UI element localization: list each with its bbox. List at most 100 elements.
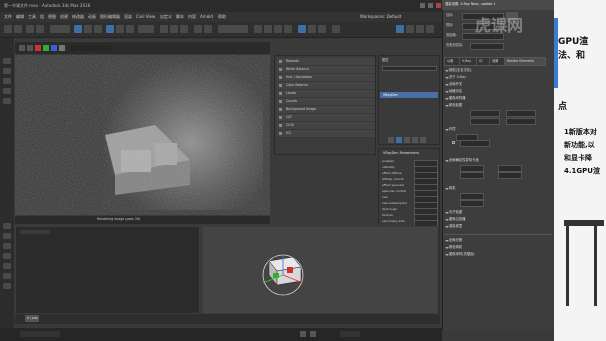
- time-slider[interactable]: 0 / 100: [15, 314, 440, 324]
- color-mapping-type-dropdown[interactable]: [470, 110, 500, 117]
- schematic-icon[interactable]: [274, 25, 282, 33]
- gi-environment-map[interactable]: [460, 140, 490, 147]
- rotate-icon[interactable]: [116, 25, 124, 33]
- workspace-selector[interactable]: Workspaces: Default: [360, 15, 401, 19]
- camera-type-dropdown[interactable]: [460, 193, 484, 200]
- minimize-icon[interactable]: [420, 3, 425, 8]
- re-item[interactable]: Reprodu: [277, 58, 375, 66]
- visibility-icon[interactable]: [279, 116, 282, 119]
- rollout-color-map[interactable]: 颜色映射: [445, 245, 551, 251]
- rollout-image-filter[interactable]: 图像过滤器: [445, 217, 551, 223]
- vray-toolbar-icon[interactable]: [396, 25, 404, 33]
- re-item[interactable]: White Balance: [277, 66, 375, 74]
- menu-rendering[interactable]: 渲染: [124, 15, 132, 19]
- rollout-about[interactable]: 关于 V-Ray: [445, 75, 551, 81]
- subdivs-mult-field[interactable]: [498, 172, 522, 179]
- rollout-license[interactable]: 授权[无名汉化]: [445, 68, 551, 74]
- tab-settings[interactable]: 设置: [489, 57, 505, 66]
- menu-civil-view[interactable]: Civil View: [136, 15, 155, 19]
- selected-modifier[interactable]: VRayDen: [380, 92, 438, 98]
- tab-gi[interactable]: GI: [476, 57, 490, 66]
- visibility-icon[interactable]: [279, 60, 282, 63]
- gamma-field[interactable]: [506, 110, 536, 117]
- menu-edit[interactable]: 编辑: [16, 15, 24, 19]
- hide-icon[interactable]: [3, 273, 11, 279]
- remove-modifier-icon[interactable]: [412, 137, 418, 143]
- save-image-icon[interactable]: [19, 45, 25, 51]
- viewport-left[interactable]: [15, 226, 200, 314]
- create-icon[interactable]: [3, 58, 11, 64]
- render-frame-icon[interactable]: [308, 25, 316, 33]
- menu-scripting[interactable]: 脚本: [176, 15, 184, 19]
- align-icon[interactable]: [204, 25, 212, 33]
- play-icon[interactable]: [300, 331, 306, 337]
- named-selection-set[interactable]: [218, 25, 248, 33]
- rect-select-icon[interactable]: [94, 25, 102, 33]
- rollout-camera[interactable]: 相机: [445, 186, 551, 192]
- min-samples-field[interactable]: [498, 165, 522, 172]
- close-icon[interactable]: [436, 3, 441, 8]
- re-item[interactable]: OCIO: [277, 122, 375, 130]
- vray-icon[interactable]: [332, 25, 340, 33]
- rollout-render-mask[interactable]: 渲染遮罩: [445, 224, 551, 230]
- vray-light-icon[interactable]: [406, 25, 414, 33]
- percent-snap-icon[interactable]: [180, 25, 188, 33]
- rollout-environment[interactable]: 环境: [445, 127, 551, 133]
- viewport-perspective[interactable]: [202, 226, 438, 314]
- noise-threshold-field[interactable]: [460, 172, 484, 179]
- rollout-color-mapping[interactable]: 颜色贴图: [445, 103, 551, 109]
- render-setup-icon[interactable]: [298, 25, 306, 33]
- sort-icon[interactable]: [3, 283, 11, 289]
- redo-icon[interactable]: [14, 25, 22, 33]
- tab-render-elements[interactable]: Render Elements: [504, 57, 546, 66]
- rollout-photon-map[interactable]: 光子贴图: [445, 210, 551, 216]
- auto-key-button[interactable]: [340, 331, 360, 337]
- material-editor-icon[interactable]: [284, 25, 292, 33]
- menu-help[interactable]: 帮助: [218, 15, 226, 19]
- mirror-icon[interactable]: [194, 25, 202, 33]
- rollout-global-dmc[interactable]: 全局确定性蒙特卡洛: [445, 158, 551, 164]
- visibility-icon[interactable]: [279, 124, 282, 127]
- select-by-name-icon[interactable]: [84, 25, 92, 33]
- show-end-result-icon[interactable]: [396, 137, 402, 143]
- re-item[interactable]: Hue / Saturation: [277, 74, 375, 82]
- gi-environment-checkbox[interactable]: [452, 141, 455, 144]
- visibility-icon[interactable]: [279, 100, 282, 103]
- layer-explorer-icon[interactable]: [3, 253, 11, 259]
- modify-icon[interactable]: [3, 68, 11, 74]
- make-unique-icon[interactable]: [404, 137, 410, 143]
- scene-explorer-icon[interactable]: [3, 223, 11, 229]
- visibility-icon[interactable]: [279, 84, 282, 87]
- re-item[interactable]: Background Image: [277, 106, 375, 114]
- undo-icon[interactable]: [4, 25, 12, 33]
- re-item[interactable]: Color Balance: [277, 82, 375, 90]
- green-channel-icon[interactable]: [43, 45, 49, 51]
- re-item[interactable]: Levels: [277, 90, 375, 98]
- override-fov-field[interactable]: [460, 200, 484, 207]
- menu-arnold[interactable]: Arnold: [200, 15, 213, 19]
- freeze-icon[interactable]: [3, 263, 11, 269]
- menu-modifiers[interactable]: 修改器: [72, 15, 84, 19]
- visibility-icon[interactable]: [279, 68, 282, 71]
- channel-dropdown[interactable]: [71, 45, 111, 51]
- multiplier-field[interactable]: [470, 118, 500, 125]
- menu-customize[interactable]: 自定义: [160, 15, 172, 19]
- motion-icon[interactable]: [3, 88, 11, 94]
- re-item[interactable]: LUT: [277, 114, 375, 122]
- scale-icon[interactable]: [126, 25, 134, 33]
- rollout-antialiasing[interactable]: 图像采样(抗锯齿): [445, 252, 551, 258]
- rollout-image-sampler[interactable]: 图像采样器: [445, 96, 551, 102]
- tab-vray[interactable]: V-Ray: [459, 57, 477, 66]
- menu-tools[interactable]: 工具: [28, 15, 36, 19]
- clear-icon[interactable]: [27, 45, 33, 51]
- rollout-global-switches[interactable]: 全局开关: [445, 82, 551, 88]
- next-frame-icon[interactable]: [310, 331, 316, 337]
- vray-fb-icon[interactable]: [426, 25, 434, 33]
- viewport-label[interactable]: [20, 230, 50, 234]
- configure-icon[interactable]: [420, 137, 426, 143]
- visibility-icon[interactable]: [279, 132, 282, 135]
- visibility-icon[interactable]: [279, 76, 282, 79]
- adaptive-amount-field[interactable]: [460, 165, 484, 172]
- red-channel-icon[interactable]: [35, 45, 41, 51]
- pin-stack-icon[interactable]: [388, 137, 394, 143]
